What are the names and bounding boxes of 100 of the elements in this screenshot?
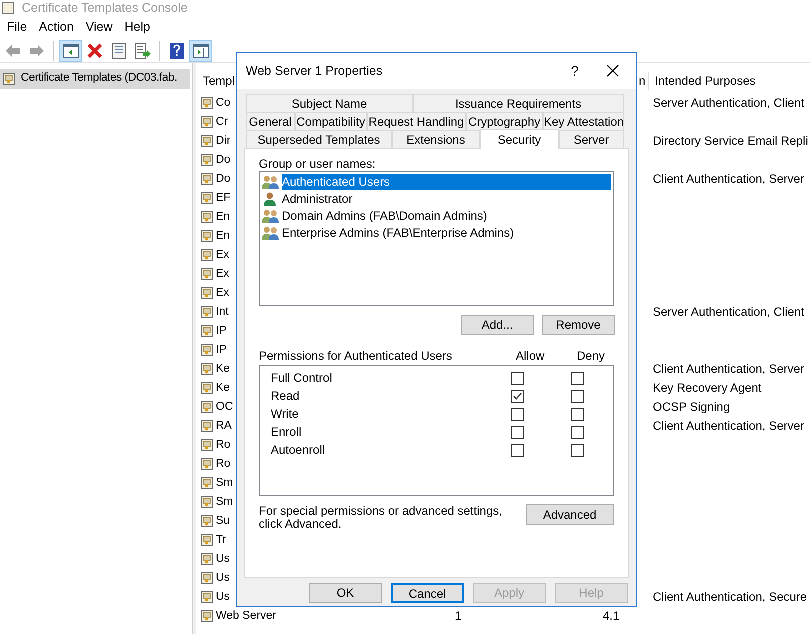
dialog-button[interactable]: Add... — [461, 315, 534, 335]
permission-name: Full Control — [270, 370, 334, 387]
certificate-template-icon — [200, 362, 214, 376]
certificate-template-icon — [200, 456, 214, 470]
menu-item[interactable]: File — [1, 18, 34, 37]
user-group-icon — [262, 174, 280, 188]
dialog-tab[interactable]: Superseded Templates — [246, 130, 392, 148]
template-name: Web Server — [216, 610, 277, 622]
allow-checkbox[interactable] — [511, 390, 524, 402]
user-list-item[interactable]: Enterprise Admins (FAB\Enterprise Admins) — [262, 224, 611, 241]
menu-item[interactable]: View — [80, 18, 119, 37]
template-name: Ke — [216, 362, 230, 375]
help-button[interactable]: ? — [560, 60, 590, 82]
dialog-button[interactable]: Cancel — [391, 583, 464, 603]
template-name: Sm — [216, 476, 234, 489]
template-name: En — [216, 230, 230, 242]
dialog-button[interactable]: OK — [309, 583, 382, 603]
window-title: Certificate Templates Console — [22, 0, 188, 16]
table-cell: Client Authentication, Secure — [653, 590, 808, 604]
dialog-tab[interactable]: Key Attestation — [543, 112, 624, 130]
dialog-tab[interactable]: Server — [559, 130, 624, 148]
template-name: Ro — [216, 458, 231, 470]
certificate-template-icon — [200, 190, 214, 204]
table-cell: OCSP Signing — [653, 400, 730, 414]
table-cell: Client Authentication, Server — [653, 362, 804, 376]
certificate-template-icon — [200, 400, 214, 414]
allow-checkbox[interactable] — [511, 408, 524, 420]
allow-checkbox[interactable] — [511, 444, 524, 456]
deny-checkbox[interactable] — [571, 372, 584, 384]
certificate-template-icon — [200, 494, 214, 508]
template-name: IP — [216, 344, 227, 356]
tree-item[interactable]: Certificate Templates (DC03.fab. — [0, 69, 190, 89]
template-name: Ex — [216, 248, 230, 261]
permission-name: Read — [270, 388, 301, 405]
template-name: Co — [216, 96, 231, 109]
dialog-tab[interactable]: Extensions — [392, 130, 480, 148]
table-cell: 1 — [455, 608, 462, 622]
certificate-template-icon — [200, 476, 214, 490]
table-cell: Server Authentication, Client — [653, 96, 804, 110]
template-name: OC — [216, 400, 234, 413]
dialog-tab[interactable]: General — [246, 112, 295, 130]
menu-item[interactable]: Help — [118, 18, 156, 37]
dialog-tab[interactable]: Issuance Requirements — [413, 94, 624, 112]
template-name: RA — [216, 420, 232, 432]
certificate-template-icon — [200, 552, 214, 566]
certificate-template-icon — [200, 96, 214, 110]
template-name: EF — [216, 192, 231, 204]
group-label: Group or user names: — [259, 156, 377, 171]
menu-item[interactable]: Action — [33, 18, 80, 37]
user-list-item[interactable]: Domain Admins (FAB\Domain Admins) — [262, 207, 611, 224]
deny-checkbox[interactable] — [571, 408, 584, 420]
column-header[interactable]: Templ — [203, 74, 236, 88]
dialog-tab[interactable]: Security — [480, 129, 559, 149]
certificate-template-icon — [200, 114, 214, 128]
certificate-template-icon — [200, 418, 214, 432]
column-header[interactable]: Intended Purposes — [655, 72, 756, 90]
permission-name: Enroll — [270, 424, 303, 441]
deny-checkbox[interactable] — [571, 426, 584, 438]
allow-checkbox[interactable] — [511, 426, 524, 438]
table-cell: Client Authentication, Server — [653, 172, 804, 186]
certificate-template-icon — [200, 532, 214, 546]
certificate-template-icon — [2, 72, 16, 86]
user-list-item[interactable]: Administrator — [262, 190, 611, 207]
advanced-button[interactable]: Advanced — [526, 504, 614, 525]
advanced-hint: For special permissions or advanced settings, click Advanced. — [259, 505, 504, 531]
certificate-template-icon — [200, 248, 214, 262]
deny-checkbox[interactable] — [571, 390, 584, 402]
certificate-template-icon — [200, 324, 214, 338]
column-header[interactable]: n — [639, 72, 648, 90]
dialog-tab[interactable]: Subject Name — [246, 94, 413, 112]
certificate-template-icon — [200, 152, 214, 166]
template-name: Tr — [216, 534, 226, 546]
action-pane-icon[interactable] — [189, 40, 212, 62]
dialog-title: Web Server 1 Properties — [246, 64, 383, 78]
close-icon[interactable] — [607, 65, 619, 77]
dialog-tab[interactable]: Cryptography — [466, 112, 543, 130]
allow-checkbox[interactable] — [511, 372, 524, 384]
template-name: Ex — [216, 268, 230, 280]
console-tree-icon[interactable] — [59, 40, 82, 62]
table-cell: Directory Service Email Repli — [653, 134, 808, 148]
certificate-template-icon — [200, 608, 214, 622]
permissions-label: Permissions for Authenticated Users — [259, 348, 454, 365]
table-cell: Server Authentication, Client — [653, 304, 804, 318]
certificate-template-icon — [200, 210, 214, 224]
template-name: Dir — [216, 134, 231, 147]
deny-checkbox[interactable] — [571, 444, 584, 456]
table-cell: Client Authentication, Server — [653, 418, 804, 432]
dialog-tab[interactable]: Request Handling — [367, 112, 466, 130]
dialog-button[interactable]: Remove — [542, 315, 615, 335]
dialog-tab[interactable]: Compatibility — [295, 112, 367, 130]
template-name: Int — [216, 306, 229, 318]
template-name: Do — [216, 154, 231, 166]
certificate-template-icon — [200, 266, 214, 280]
user-group-icon — [262, 226, 280, 240]
permission-name: Autoenroll — [270, 442, 326, 459]
template-name: IP — [216, 324, 227, 337]
certificate-template-icon — [200, 342, 214, 356]
console-icon — [2, 2, 14, 14]
column-label: Allow — [516, 348, 546, 365]
certificate-template-icon — [200, 134, 214, 148]
